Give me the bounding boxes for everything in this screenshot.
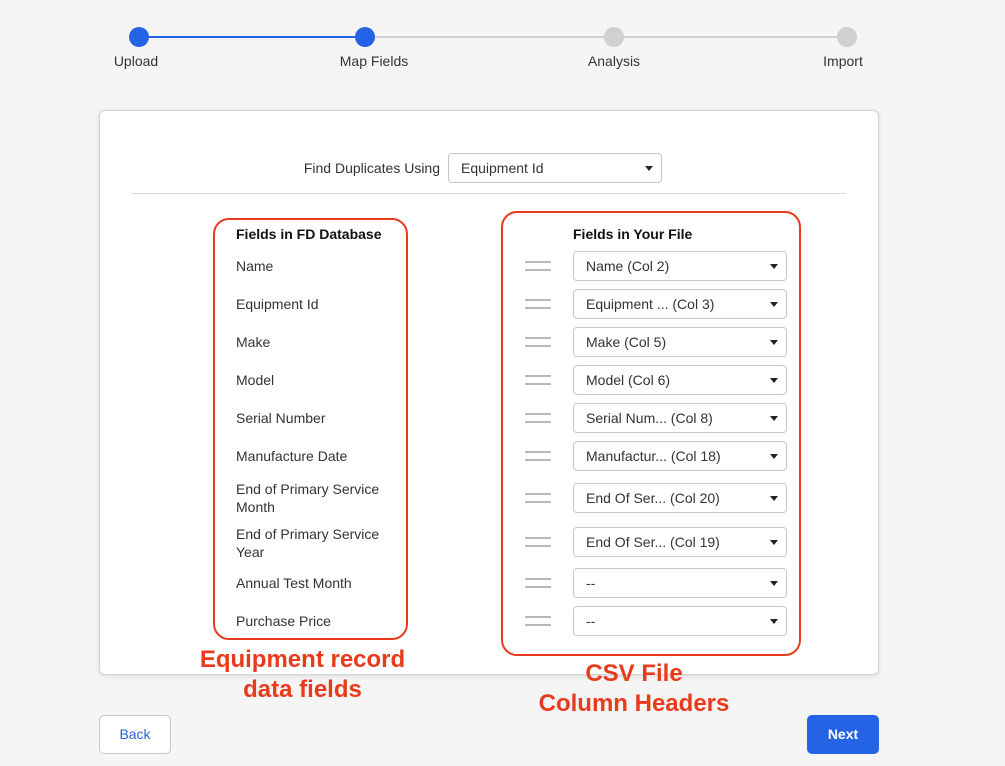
step-label-import: Import [823, 53, 863, 69]
annotation-csv-headers: CSV File Column Headers [504, 659, 764, 719]
annotation-line: data fields [243, 676, 362, 703]
progress-stepper: Upload Map Fields Analysis Import [0, 0, 1005, 80]
find-duplicates-value: Equipment Id [461, 160, 544, 176]
annotation-database-fields: Equipment record data fields [170, 645, 435, 705]
step-dot-import [837, 27, 857, 47]
annotation-outline-file-fields [501, 211, 801, 656]
annotation-line: Equipment record [199, 646, 406, 673]
annotation-line: CSV File [585, 660, 683, 687]
step-dot-map-fields [355, 27, 375, 47]
find-duplicates-select[interactable]: Equipment Id [448, 153, 662, 183]
step-dot-analysis [604, 27, 624, 47]
next-button[interactable]: Next [807, 715, 879, 754]
back-button[interactable]: Back [99, 715, 171, 754]
find-duplicates-row: Find Duplicates Using Equipment Id [100, 153, 878, 183]
step-label-map-fields: Map Fields [339, 53, 409, 69]
find-duplicates-label: Find Duplicates Using [303, 160, 440, 176]
step-connector-done [139, 36, 365, 38]
annotation-line: Column Headers [538, 690, 730, 717]
annotation-outline-database-fields [213, 218, 408, 640]
step-label-upload: Upload [113, 53, 159, 69]
step-dot-upload [129, 27, 149, 47]
step-label-analysis: Analysis [587, 53, 641, 69]
chevron-down-icon [645, 166, 653, 171]
divider [132, 193, 846, 194]
